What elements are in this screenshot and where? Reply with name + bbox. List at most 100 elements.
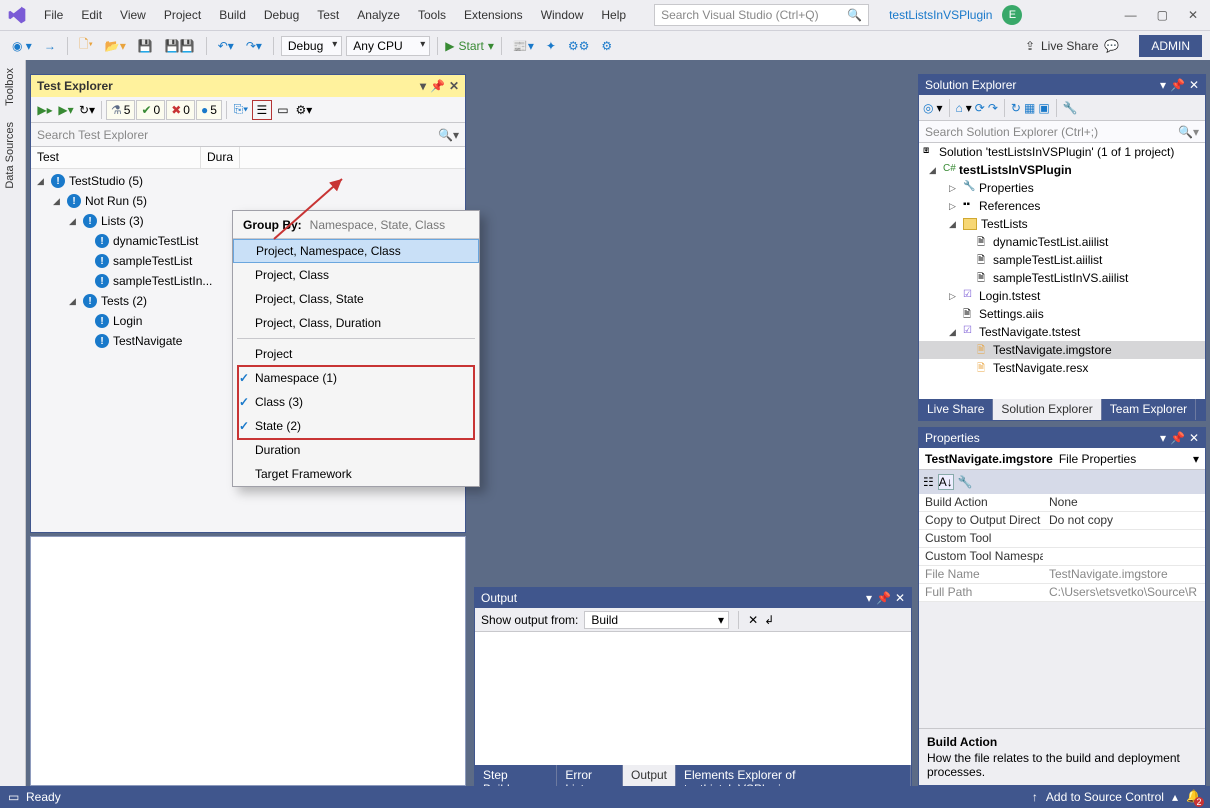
show-button[interactable]: ▭ — [273, 100, 293, 120]
hierarchy-button[interactable]: ☰ — [252, 100, 272, 120]
sync-button[interactable]: ⟳ — [975, 101, 985, 115]
menu-analyze[interactable]: Analyze — [349, 4, 408, 26]
dropdown-icon[interactable]: ▾ — [866, 591, 872, 605]
groupby-item-checked[interactable]: Namespace (1) — [233, 366, 479, 390]
menu-view[interactable]: View — [112, 4, 154, 26]
property-row[interactable]: Build ActionNone — [919, 494, 1205, 512]
menu-extensions[interactable]: Extensions — [456, 4, 531, 26]
refresh-button[interactable]: ↻ — [1011, 101, 1021, 115]
title-search[interactable]: Search Visual Studio (Ctrl+Q) 🔍 — [654, 4, 869, 26]
flask-badge[interactable]: ⚗5 — [106, 100, 135, 120]
menu-file[interactable]: File — [36, 4, 71, 26]
menu-help[interactable]: Help — [593, 4, 634, 26]
redo-button[interactable]: ↷▾ — [242, 37, 266, 55]
gear-icon[interactable]: ⚙ — [597, 37, 616, 55]
copy-button[interactable]: ▣ — [1038, 101, 1049, 115]
wrench-icon[interactable]: 🔧 — [958, 475, 973, 489]
property-row[interactable]: Full PathC:\Users\etsvetko\Source\R — [919, 584, 1205, 602]
output-source-dropdown[interactable]: Build — [584, 611, 729, 629]
source-control-button[interactable]: Add to Source Control — [1046, 790, 1164, 804]
groupby-item[interactable]: Project, Namespace, Class — [233, 239, 479, 263]
start-button[interactable]: ▶Start ▾ — [445, 39, 494, 53]
solution-row[interactable]: 🗎dynamicTestList.aiilist — [919, 233, 1205, 251]
menu-tools[interactable]: Tools — [410, 4, 454, 26]
dropdown-icon[interactable]: ▾ — [1160, 78, 1166, 92]
wrench-icon[interactable]: 🔧 — [1063, 101, 1078, 115]
minimize-icon[interactable]: — — [1125, 8, 1137, 22]
fail-badge[interactable]: ✖0 — [166, 100, 195, 120]
back-button[interactable]: ◎ — [923, 101, 933, 115]
groupby-item[interactable]: Duration — [233, 438, 479, 462]
pin-icon[interactable]: 📌 — [876, 591, 891, 605]
new-item-button[interactable]: 🗋▾ — [75, 33, 97, 58]
notifications-icon[interactable]: 🔔2 — [1186, 789, 1202, 805]
menu-debug[interactable]: Debug — [256, 4, 307, 26]
tree-row[interactable]: ◢!TestStudio (5) — [31, 171, 465, 191]
solution-row[interactable]: ◢☑TestNavigate.tstest — [919, 323, 1205, 341]
pin-icon[interactable]: 📌 — [1170, 431, 1185, 445]
solution-row[interactable]: ▷🔧Properties — [919, 179, 1205, 197]
dropdown-icon[interactable]: ▾ — [420, 79, 426, 93]
menu-edit[interactable]: Edit — [73, 4, 110, 26]
undo-button[interactable]: ↶▾ — [214, 37, 238, 55]
solution-row[interactable]: 🗎sampleTestListInVS.aiilist — [919, 269, 1205, 287]
groupby-item[interactable]: Project — [233, 342, 479, 366]
tab-output[interactable]: Output — [623, 765, 676, 786]
wrap-button[interactable]: ↲ — [764, 613, 774, 627]
close-panel-icon[interactable]: ✕ — [895, 591, 905, 605]
property-row[interactable]: File NameTestNavigate.imgstore — [919, 566, 1205, 584]
solution-row[interactable]: 🗎sampleTestList.aiilist — [919, 251, 1205, 269]
property-row[interactable]: Custom Tool Namespa — [919, 548, 1205, 566]
datasources-tab[interactable]: Data Sources — [0, 114, 20, 197]
solution-row[interactable]: ⧆Solution 'testListsInVSPlugin' (1 of 1 … — [919, 143, 1205, 161]
run-all-button[interactable]: ▶▸ — [35, 100, 55, 120]
groupby-item[interactable]: Target Framework — [233, 462, 479, 486]
close-panel-icon[interactable]: ✕ — [1189, 431, 1199, 445]
gear-group-icon[interactable]: ⚙⚙ — [564, 37, 594, 55]
solution-row-selected[interactable]: 🗎TestNavigate.imgstore — [919, 341, 1205, 359]
nav-back-button[interactable]: ◉ ▾ — [8, 37, 36, 55]
misc-1-button[interactable]: ✦ — [542, 37, 560, 55]
column-test[interactable]: Test — [31, 147, 201, 168]
show-all-button[interactable]: ▦ — [1024, 101, 1035, 115]
dropdown-icon[interactable]: ▾ — [1160, 431, 1166, 445]
home-button[interactable]: ⌂ — [956, 101, 963, 115]
run-button[interactable]: ▶▾ — [56, 100, 76, 120]
groupby-item[interactable]: Project, Class — [233, 263, 479, 287]
pass-badge[interactable]: ✔0 — [136, 100, 165, 120]
config-dropdown[interactable]: Debug — [281, 36, 342, 56]
step-button[interactable]: 📰▾ — [509, 37, 538, 55]
clear-button[interactable]: ✕ — [748, 613, 758, 627]
solution-row[interactable]: ◢C#testListsInVSPlugin — [919, 161, 1205, 179]
menu-build[interactable]: Build — [211, 4, 254, 26]
platform-dropdown[interactable]: Any CPU — [346, 36, 430, 56]
close-icon[interactable]: ✕ — [1188, 8, 1198, 22]
collapse-button[interactable]: ↷ — [988, 101, 998, 115]
avatar[interactable]: E — [1002, 5, 1022, 25]
tab-team-explorer[interactable]: Team Explorer — [1102, 399, 1196, 420]
menu-window[interactable]: Window — [533, 4, 592, 26]
menu-test[interactable]: Test — [309, 4, 347, 26]
property-row[interactable]: Custom Tool — [919, 530, 1205, 548]
close-panel-icon[interactable]: ✕ — [449, 79, 459, 93]
tab-live-share[interactable]: Live Share — [919, 399, 993, 420]
solution-explorer-search[interactable]: Search Solution Explorer (Ctrl+;) 🔍▾ — [919, 121, 1205, 143]
properties-object[interactable]: TestNavigate.imgstoreFile Properties▾ — [919, 448, 1205, 470]
menu-project[interactable]: Project — [156, 4, 209, 26]
toolbox-tab[interactable]: Toolbox — [0, 60, 20, 114]
live-share-button[interactable]: Live Share — [1041, 39, 1098, 53]
groupby-item[interactable]: Project, Class, Duration — [233, 311, 479, 335]
output-content[interactable] — [475, 632, 911, 765]
tree-row[interactable]: ◢!Not Run (5) — [31, 191, 465, 211]
maximize-icon[interactable]: ▢ — [1157, 8, 1168, 22]
playlist-button[interactable]: ⎘▾ — [231, 100, 251, 120]
open-button[interactable]: 📂▾ — [101, 37, 130, 55]
save-all-button[interactable]: 💾💾 — [161, 37, 199, 55]
solution-row[interactable]: ▷☑Login.tstest — [919, 287, 1205, 305]
tab-solution-explorer[interactable]: Solution Explorer — [993, 399, 1101, 420]
alphabetical-button[interactable]: A↓ — [938, 474, 954, 490]
property-row[interactable]: Copy to Output DirectDo not copy — [919, 512, 1205, 530]
solution-row[interactable]: ▷▪▪References — [919, 197, 1205, 215]
close-panel-icon[interactable]: ✕ — [1189, 78, 1199, 92]
test-explorer-search[interactable]: Search Test Explorer 🔍▾ — [31, 123, 465, 147]
